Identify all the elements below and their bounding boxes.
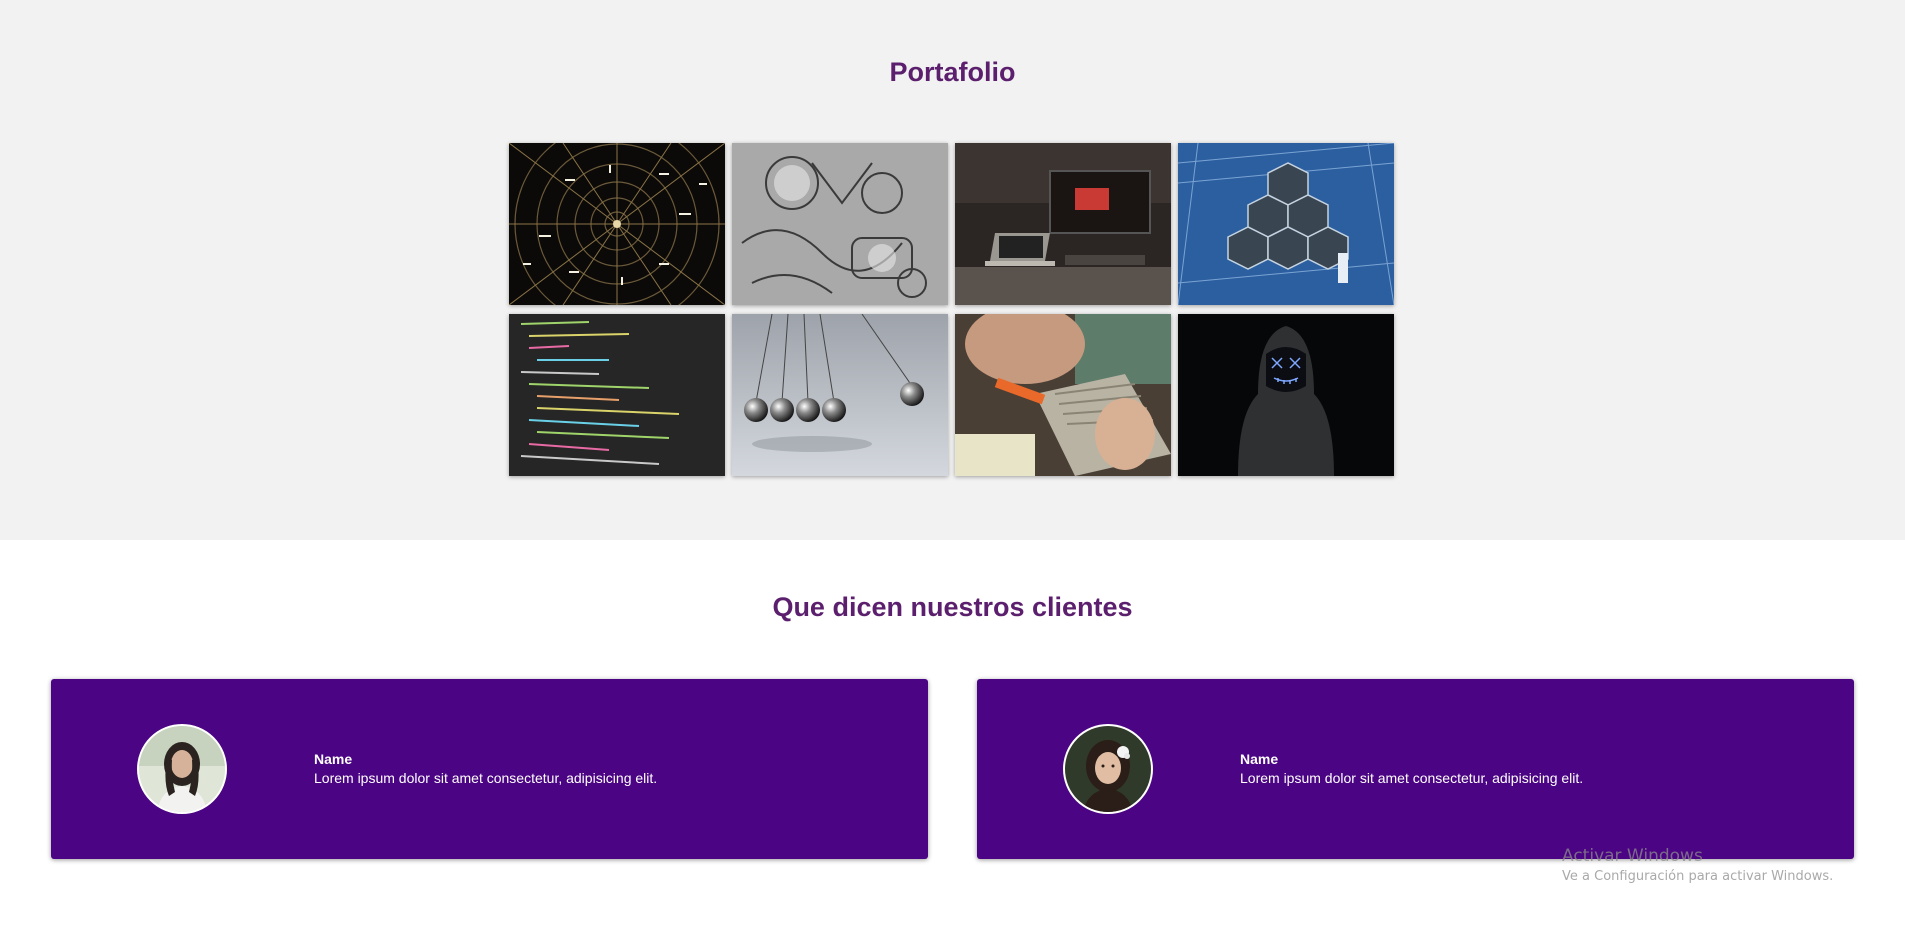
windows-activation-watermark: Activar Windows Ve a Configuración para … (1562, 846, 1833, 884)
client-quote: Lorem ipsum dolor sit amet consectetur, … (1240, 770, 1584, 786)
code-screen-image[interactable] (509, 314, 725, 476)
testimonial-card: Name Lorem ipsum dolor sit amet consecte… (977, 679, 1854, 859)
hooded-figure-image[interactable] (1178, 314, 1394, 476)
avatar (137, 724, 227, 814)
testimonial-card: Name Lorem ipsum dolor sit amet consecte… (51, 679, 928, 859)
watermark-subtitle: Ve a Configuración para activar Windows. (1562, 869, 1834, 884)
hardware-repair-image[interactable] (955, 314, 1171, 476)
workstation-laptop-image[interactable] (955, 143, 1171, 305)
client-quote: Lorem ipsum dolor sit amet consectetur, … (314, 770, 658, 786)
newtons-cradle-image[interactable] (732, 314, 948, 476)
testimonial-text: Name Lorem ipsum dolor sit amet consecte… (1240, 750, 1583, 788)
portfolio-gallery (509, 143, 1395, 476)
client-name: Name (1240, 751, 1279, 767)
client-name: Name (314, 751, 353, 767)
watermark-title: Activar Windows (1562, 846, 1703, 866)
testimonial-text: Name Lorem ipsum dolor sit amet consecte… (314, 750, 657, 788)
portfolio-title: Portafolio (889, 57, 1016, 87)
telescope-mirrors-image[interactable] (1178, 143, 1394, 305)
tunnel-lights-image[interactable] (509, 143, 725, 305)
portfolio-section: Portafolio (0, 0, 1905, 540)
doodle-art-image[interactable] (732, 143, 948, 305)
testimonials-title: Que dicen nuestros clientes (772, 592, 1133, 622)
avatar (1063, 724, 1153, 814)
